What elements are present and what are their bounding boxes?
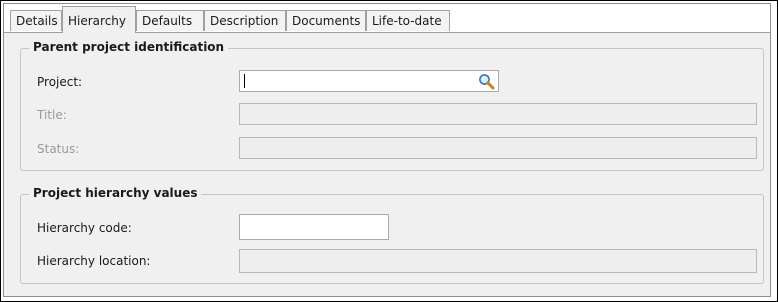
window-frame: Details Hierarchy Defaults Description D…	[0, 0, 778, 302]
hierarchy-values-group: Project hierarchy values Hierarchy code:…	[20, 186, 764, 284]
tab-defaults[interactable]: Defaults	[136, 10, 204, 31]
status-label: Status:	[37, 142, 80, 156]
hierarchy-code-label: Hierarchy code:	[37, 221, 132, 235]
group-title: Parent project identification	[29, 40, 229, 54]
project-form-panel: Details Hierarchy Defaults Description D…	[3, 3, 771, 297]
tab-hierarchy[interactable]: Hierarchy	[62, 6, 136, 33]
text-caret	[244, 74, 245, 88]
hierarchy-location-label: Hierarchy location:	[37, 254, 151, 268]
tab-life-to-date[interactable]: Life-to-date	[366, 10, 450, 31]
hierarchy-code-input[interactable]	[240, 215, 388, 239]
tab-description[interactable]: Description	[204, 10, 286, 31]
hierarchy-location-field	[239, 249, 757, 273]
parent-project-group: Parent project identification Project: T…	[20, 40, 764, 171]
status-field	[239, 137, 757, 159]
title-field	[239, 103, 757, 125]
project-label: Project:	[37, 75, 83, 89]
tab-strip: Details Hierarchy Defaults Description D…	[4, 4, 770, 33]
project-input[interactable]	[240, 71, 498, 91]
group-title: Project hierarchy values	[29, 186, 202, 200]
project-lookup-button[interactable]	[478, 73, 495, 90]
magnifier-icon	[479, 74, 495, 90]
status-input	[240, 138, 756, 158]
title-input	[240, 104, 756, 124]
tab-details[interactable]: Details	[10, 10, 62, 31]
hierarchy-location-input	[240, 250, 756, 272]
project-field[interactable]	[239, 70, 499, 92]
title-label: Title:	[37, 108, 67, 122]
hierarchy-code-field[interactable]	[239, 214, 389, 240]
tab-documents[interactable]: Documents	[286, 10, 366, 31]
